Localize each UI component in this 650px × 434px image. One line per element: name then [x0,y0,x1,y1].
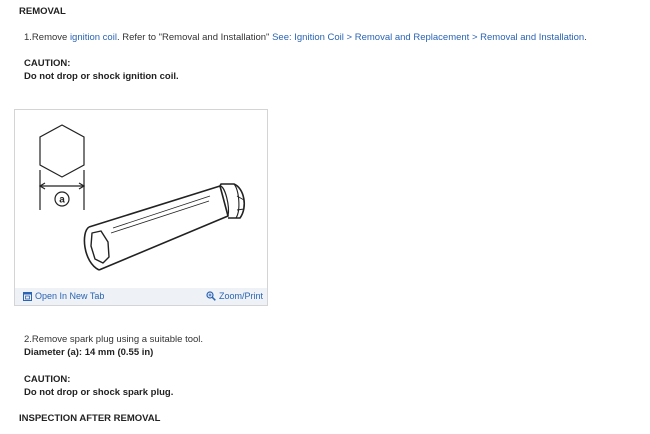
spark-plug-socket-figure: a Open In New Tab Zoom/Print [14,109,268,306]
caution-2-label: CAUTION: [24,374,71,385]
see-removal-installation-link[interactable]: See: Ignition Coil > Removal and Replace… [272,32,584,43]
caution-1-label: CAUTION: [24,58,71,69]
figure-footer: Open In New Tab Zoom/Print [15,288,267,305]
magnifier-icon [206,291,216,301]
caution-2-text: Do not drop or shock spark plug. [24,387,174,398]
open-in-new-tab-label: Open In New Tab [35,291,105,301]
open-in-new-tab-link[interactable]: Open In New Tab [23,291,104,301]
callout-label: a [59,195,65,206]
spark-plug-socket-illustration: a [38,124,246,271]
step-1: 1.Remove ignition coil. Refer to "Remova… [24,32,587,43]
diameter-spec: Diameter (a): 14 mm (0.55 in) [24,347,154,358]
step-1-suffix: . [584,32,587,43]
hexagon-shape [39,124,85,178]
step-1-middle: . Refer to "Removal and Installation" [116,32,273,43]
removal-heading: REMOVAL [19,6,66,17]
step-1-prefix: 1.Remove [24,32,70,43]
caution-1-text: Do not drop or shock ignition coil. [24,71,179,82]
inspection-heading: INSPECTION AFTER REMOVAL [19,413,161,424]
ignition-coil-link[interactable]: ignition coil [70,32,117,43]
zoom-print-link[interactable]: Zoom/Print [206,291,263,301]
zoom-print-label: Zoom/Print [219,291,264,301]
step-2: 2.Remove spark plug using a suitable too… [24,334,204,345]
open-new-tab-icon [23,291,32,301]
